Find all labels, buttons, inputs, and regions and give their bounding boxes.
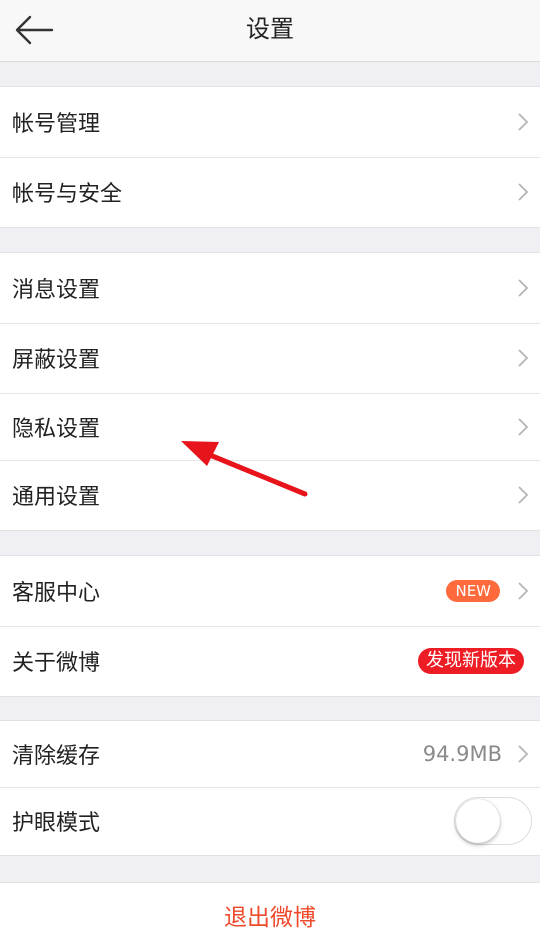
support-group: 客服中心 NEW 关于微博 发现新版本	[0, 555, 540, 697]
eye-care-toggle[interactable]	[454, 797, 532, 845]
chevron-right-icon	[518, 486, 529, 504]
about-weibo-row[interactable]: 关于微博 发现新版本	[0, 626, 540, 696]
eye-care-mode-row: 护眼模式	[0, 787, 540, 855]
account-management-row[interactable]: 帐号管理	[0, 87, 540, 157]
row-label: 关于微博	[12, 651, 101, 676]
chevron-right-icon	[518, 113, 529, 131]
block-settings-row[interactable]: 屏蔽设置	[0, 323, 540, 393]
row-label: 屏蔽设置	[12, 348, 101, 373]
chevron-right-icon	[518, 417, 529, 436]
row-label: 帐号与安全	[12, 182, 123, 207]
message-settings-row[interactable]: 消息设置	[0, 253, 540, 323]
customer-service-row[interactable]: 客服中心 NEW	[0, 556, 540, 626]
clear-cache-row[interactable]: 清除缓存 94.9MB	[0, 721, 540, 787]
logout-button[interactable]: 退出微博	[0, 882, 540, 940]
new-badge: NEW	[446, 580, 500, 602]
logout-label: 退出微博	[224, 904, 316, 931]
cache-size-value: 94.9MB	[422, 742, 502, 766]
general-settings-row[interactable]: 通用设置	[0, 460, 540, 530]
nav-bar: 设置	[0, 0, 540, 62]
chevron-right-icon	[518, 745, 529, 763]
new-version-badge: 发现新版本	[418, 648, 524, 674]
row-label: 客服中心	[12, 581, 101, 606]
account-group: 帐号管理 帐号与安全	[0, 86, 540, 228]
row-label: 清除缓存	[12, 744, 101, 769]
settings-group: 消息设置 屏蔽设置 隐私设置 通用设置	[0, 252, 540, 531]
toggle-knob	[456, 799, 500, 843]
display-group: 清除缓存 94.9MB 护眼模式	[0, 720, 540, 856]
row-label: 通用设置	[12, 485, 101, 510]
chevron-right-icon	[518, 349, 529, 367]
chevron-right-icon	[518, 183, 529, 201]
account-security-row[interactable]: 帐号与安全	[0, 157, 540, 227]
privacy-settings-row[interactable]: 隐私设置	[0, 393, 540, 460]
chevron-right-icon	[518, 279, 529, 297]
chevron-right-icon	[518, 582, 529, 600]
row-label: 隐私设置	[12, 416, 101, 442]
row-label: 帐号管理	[12, 112, 101, 137]
row-label: 消息设置	[12, 278, 101, 303]
row-label: 护眼模式	[12, 811, 101, 836]
page-title: 设置	[246, 15, 294, 43]
